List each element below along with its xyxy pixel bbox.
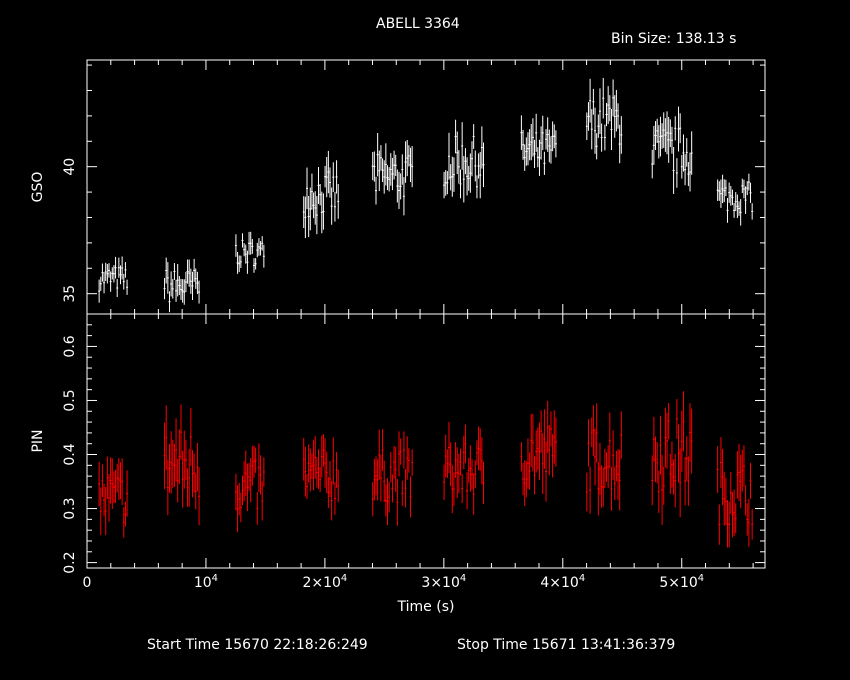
stop-time-label: Stop Time 15671 13:41:36:379 bbox=[457, 637, 676, 653]
y-tick-label: 0.5 bbox=[62, 389, 78, 411]
y-tick-label: 40 bbox=[62, 158, 78, 176]
x-tick-label: 2×104 bbox=[302, 573, 347, 591]
x-tick-label: 5×104 bbox=[659, 573, 704, 591]
y-tick-label: 0.3 bbox=[62, 497, 78, 519]
y-axis-label-top: GSO bbox=[30, 172, 46, 203]
x-tick-label: 104 bbox=[194, 573, 218, 591]
light-curve-chart: 35 40 GSO 0.2 0.3 0.4 0.5 0.6 PIN 0 104 2×104 3×104 4… bbox=[30, 59, 766, 615]
bin-size-label: Bin Size: 138.13 s bbox=[611, 31, 737, 47]
y-tick-label: 35 bbox=[62, 285, 78, 303]
y-axis-label-bottom: PIN bbox=[30, 429, 46, 452]
x-axis-label: Time (s) bbox=[397, 599, 455, 615]
y-tick-label: 0.6 bbox=[62, 335, 78, 357]
chart-title: ABELL 3364 bbox=[376, 16, 460, 32]
panel-frame-bottom bbox=[86, 313, 766, 569]
start-time-label: Start Time 15670 22:18:26:249 bbox=[147, 637, 368, 653]
x-tick-label: 3×104 bbox=[421, 573, 466, 591]
x-tick-label: 4×104 bbox=[540, 573, 585, 591]
y-tick-label: 0.2 bbox=[62, 551, 78, 573]
x-tick-label: 0 bbox=[83, 575, 92, 591]
y-tick-label: 0.4 bbox=[62, 443, 78, 465]
